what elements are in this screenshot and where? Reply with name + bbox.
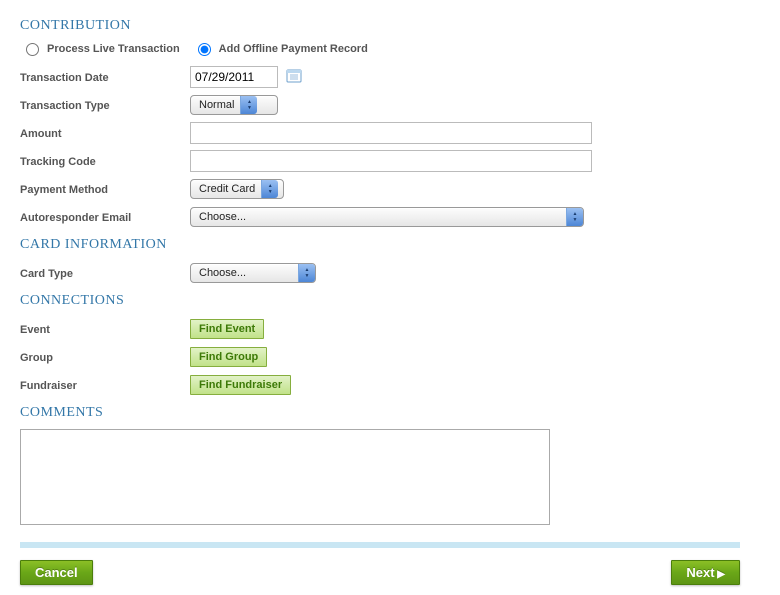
payment-method-label: Payment Method [20, 182, 190, 196]
group-label: Group [20, 350, 190, 364]
divider [20, 542, 740, 548]
cancel-button[interactable]: Cancel [20, 560, 93, 585]
find-fundraiser-button[interactable]: Find Fundraiser [190, 375, 291, 395]
amount-label: Amount [20, 126, 190, 140]
find-group-button[interactable]: Find Group [190, 347, 267, 367]
add-offline-label[interactable]: Add Offline Payment Record [219, 43, 368, 55]
transaction-date-label: Transaction Date [20, 70, 190, 84]
next-button[interactable]: Next [671, 560, 740, 585]
add-offline-radio[interactable] [198, 43, 211, 56]
event-label: Event [20, 322, 190, 336]
comments-textarea[interactable] [20, 429, 550, 525]
transaction-type-value: Normal [191, 99, 240, 111]
autoresponder-value: Choose... [191, 211, 566, 223]
amount-input[interactable] [190, 122, 592, 144]
payment-method-value: Credit Card [191, 183, 261, 195]
card-type-select[interactable]: Choose... [190, 263, 316, 283]
autoresponder-label: Autoresponder Email [20, 210, 190, 224]
process-live-radio[interactable] [26, 43, 39, 56]
autoresponder-select[interactable]: Choose... [190, 207, 584, 227]
contribution-heading: CONTRIBUTION [20, 18, 740, 34]
fundraiser-label: Fundraiser [20, 378, 190, 392]
card-type-value: Choose... [191, 267, 298, 279]
connections-heading: CONNECTIONS [20, 293, 740, 309]
payment-method-select[interactable]: Credit Card [190, 179, 284, 199]
card-information-heading: CARD INFORMATION [20, 237, 740, 253]
calendar-icon[interactable] [286, 68, 302, 87]
chevron-updown-icon [566, 208, 583, 226]
chevron-updown-icon [298, 264, 315, 282]
find-event-button[interactable]: Find Event [190, 319, 264, 339]
process-live-label[interactable]: Process Live Transaction [47, 43, 180, 55]
comments-heading: COMMENTS [20, 405, 740, 421]
chevron-updown-icon [240, 96, 257, 114]
tracking-code-label: Tracking Code [20, 154, 190, 168]
transaction-type-select[interactable]: Normal [190, 95, 278, 115]
transaction-type-label: Transaction Type [20, 98, 190, 112]
card-type-label: Card Type [20, 266, 190, 280]
chevron-updown-icon [261, 180, 278, 198]
transaction-date-input[interactable] [190, 66, 278, 88]
tracking-code-input[interactable] [190, 150, 592, 172]
